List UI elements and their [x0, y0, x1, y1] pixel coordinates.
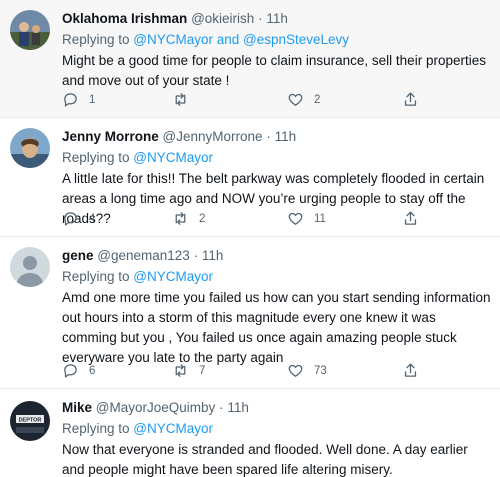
tweet-text: Now that everyone is stranded and floode…	[62, 442, 468, 477]
share-icon	[404, 363, 417, 377]
mention-link[interactable]: @NYCMayor	[133, 150, 213, 165]
share-button[interactable]	[402, 210, 419, 227]
reply-count: 1	[89, 93, 96, 106]
retweet-button[interactable]: 7	[172, 362, 205, 379]
reply-icon	[64, 364, 77, 378]
timestamp[interactable]: 11h	[202, 248, 224, 263]
author-handle[interactable]: @JennyMorrone	[163, 129, 263, 144]
tweet-header: Oklahoma Irishman @okieirish · 11h	[62, 10, 492, 27]
separator-dot: ·	[258, 11, 263, 26]
timestamp[interactable]: 11h	[266, 11, 288, 26]
tweet-actions: 1 2	[62, 91, 442, 109]
reply-button[interactable]: 6	[62, 362, 95, 379]
tweet-actions: 6 7 73	[62, 362, 442, 380]
share-icon	[404, 92, 417, 106]
like-button[interactable]: 11	[287, 210, 326, 227]
author-name[interactable]: Oklahoma Irishman	[62, 11, 187, 26]
reply-icon	[64, 212, 77, 226]
mention-link[interactable]: @NYCMayor	[133, 269, 213, 284]
tweet-content: Mike @MayorJoeQuimby · 11h Replying to @…	[62, 399, 492, 477]
like-button[interactable]: 2	[287, 91, 320, 108]
separator-dot: ·	[219, 400, 224, 415]
mention-link[interactable]: @NYCMayor	[133, 421, 213, 436]
retweet-button[interactable]: 2	[172, 210, 205, 227]
like-button[interactable]: 73	[287, 362, 327, 379]
tweet[interactable]: gene @geneman123 · 11h Replying to @NYCM…	[0, 237, 500, 389]
tweet-content: gene @geneman123 · 11h Replying to @NYCM…	[62, 247, 492, 368]
replying-to-label: Replying to	[62, 269, 134, 284]
tweet[interactable]: DEPTOR Mike @MayorJoeQuimby · 11h Replyi…	[0, 389, 500, 477]
tweet-text: Might be a good time for people to claim…	[62, 53, 486, 88]
avatar[interactable]: DEPTOR	[10, 401, 50, 441]
reply-button[interactable]: 1	[62, 91, 95, 108]
replying-to-label: Replying to	[62, 421, 134, 436]
retweet-icon	[175, 93, 186, 106]
tweet-header: Jenny Morrone @JennyMorrone · 11h	[62, 128, 492, 145]
like-icon	[288, 212, 303, 225]
retweet-count: 7	[199, 364, 206, 377]
reply-count: 4	[89, 212, 96, 225]
replying-to: Replying to @NYCMayor	[62, 268, 492, 285]
tweet-content: Oklahoma Irishman @okieirish · 11h Reply…	[62, 10, 492, 91]
replying-to-label: Replying to	[62, 32, 134, 47]
reply-icon	[64, 93, 77, 107]
avatar[interactable]	[10, 247, 50, 287]
tweet[interactable]: Oklahoma Irishman @okieirish · 11h Reply…	[0, 0, 500, 118]
replying-to: Replying to @NYCMayor and @espnSteveLevy	[62, 31, 492, 48]
like-count: 2	[314, 93, 321, 106]
reply-count: 6	[89, 364, 96, 377]
like-icon	[288, 364, 303, 377]
replying-to-label: Replying to	[62, 150, 134, 165]
share-icon	[404, 211, 417, 225]
avatar-logo-text: DEPTOR	[19, 418, 42, 424]
retweet-icon	[175, 364, 186, 377]
tweet-header: Mike @MayorJoeQuimby · 11h	[62, 399, 492, 416]
author-handle[interactable]: @geneman123	[97, 248, 190, 263]
author-handle[interactable]: @MayorJoeQuimby	[96, 400, 216, 415]
like-count: 73	[314, 364, 327, 377]
separator-dot: ·	[266, 129, 271, 144]
timestamp[interactable]: 11h	[275, 129, 297, 144]
author-name[interactable]: Mike	[62, 400, 92, 415]
tweet-actions: 4 2 11	[62, 210, 442, 228]
author-handle[interactable]: @okieirish	[191, 11, 254, 26]
reply-button[interactable]: 4	[62, 210, 95, 227]
tweet[interactable]: Jenny Morrone @JennyMorrone · 11h Replyi…	[0, 118, 500, 237]
mention-link[interactable]: @NYCMayor and @espnSteveLevy	[133, 32, 349, 47]
share-button[interactable]	[402, 91, 419, 108]
reply-feed: Oklahoma Irishman @okieirish · 11h Reply…	[0, 0, 500, 477]
separator-dot: ·	[193, 248, 199, 263]
replying-to: Replying to @NYCMayor	[62, 149, 492, 166]
share-button[interactable]	[402, 362, 419, 379]
like-count: 11	[314, 212, 326, 225]
retweet-button[interactable]	[172, 91, 199, 108]
tweet-text: Amd one more time you failed us how can …	[62, 290, 491, 365]
avatar[interactable]	[10, 10, 50, 50]
avatar[interactable]	[10, 128, 50, 168]
author-name[interactable]: gene	[62, 248, 94, 263]
tweet-header: gene @geneman123 · 11h	[62, 247, 492, 264]
replying-to: Replying to @NYCMayor	[62, 420, 492, 437]
author-name[interactable]: Jenny Morrone	[62, 129, 159, 144]
timestamp[interactable]: 11h	[227, 400, 249, 415]
retweet-count: 2	[199, 212, 206, 225]
retweet-icon	[175, 212, 186, 225]
like-icon	[288, 93, 303, 106]
